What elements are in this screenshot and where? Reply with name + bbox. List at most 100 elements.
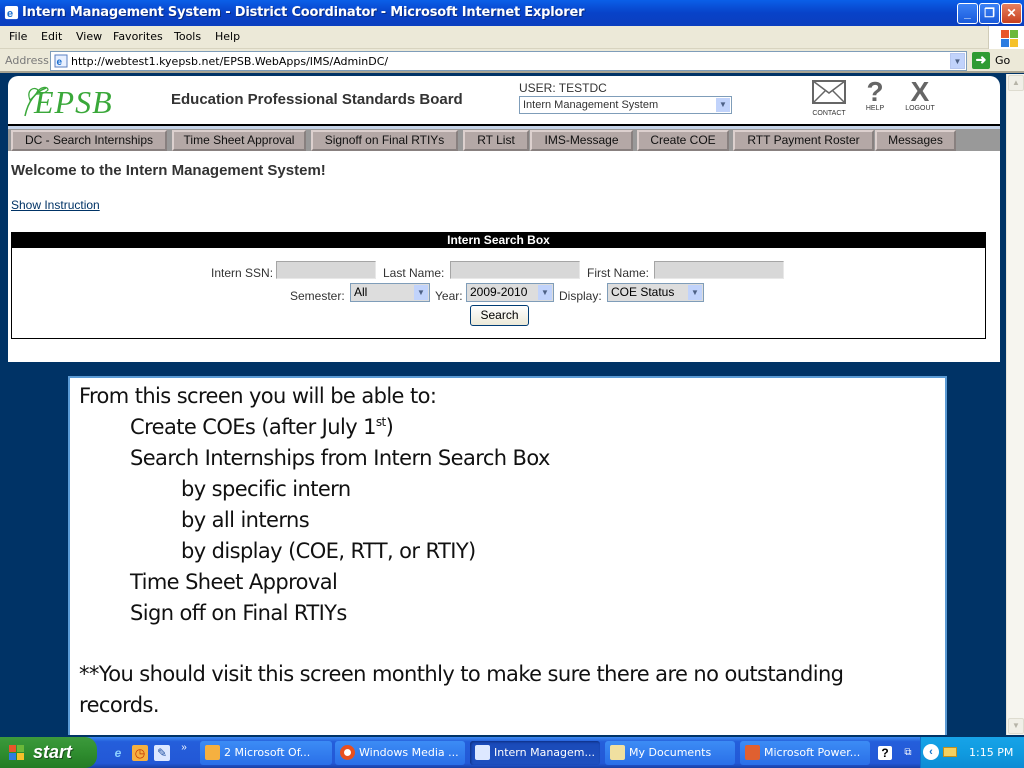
org-name: Education Professional Standards Board	[171, 91, 463, 108]
logout-button[interactable]: X LOGOUT	[902, 78, 938, 113]
taskbar-button-intern-management[interactable]: Intern Managem...	[470, 741, 600, 765]
tab-messages[interactable]: Messages	[875, 130, 956, 151]
taskbar: start e ◷ ✎ » 2 Microsoft Of... Windows …	[0, 737, 1024, 768]
go-button[interactable]: Go	[995, 54, 1010, 67]
chevron-down-icon: ▼	[414, 285, 428, 300]
taskbar-label: 2 Microsoft Of...	[224, 746, 311, 759]
folder-icon	[610, 745, 625, 760]
year-select[interactable]: 2009-2010 ▼	[466, 283, 554, 302]
chevron-down-icon: ▼	[716, 98, 730, 112]
page-icon: e	[54, 54, 68, 68]
logout-label: LOGOUT	[905, 105, 935, 112]
tab-dc-search-internships[interactable]: DC - Search Internships	[11, 130, 167, 151]
menu-file[interactable]: File	[9, 30, 27, 43]
menu-tools[interactable]: Tools	[174, 30, 201, 43]
clock-app-icon[interactable]: ◷	[132, 745, 148, 761]
epsb-logo: EPSB	[20, 80, 140, 120]
menu-favorites[interactable]: Favorites	[113, 30, 163, 43]
restore-button[interactable]: ❐	[979, 3, 1000, 24]
semester-select[interactable]: All ▼	[350, 283, 430, 302]
user-label: USER: TESTDC	[519, 81, 607, 95]
taskbar-button-my-documents[interactable]: My Documents	[605, 741, 735, 765]
contact-button[interactable]: CONTACT	[810, 80, 848, 117]
instruction-overlay: From this screen you will be able to: Cr…	[68, 376, 947, 735]
logo-text: EPSB	[34, 84, 113, 120]
overlay-item-search: Search Internships from Intern Search Bo…	[130, 446, 550, 470]
last-name-input[interactable]	[450, 261, 580, 279]
tab-bar: DC - Search Internships Time Sheet Appro…	[8, 129, 1000, 151]
menu-edit[interactable]: Edit	[41, 30, 62, 43]
menu-view[interactable]: View	[76, 30, 102, 43]
overlay-note-line1: **You should visit this screen monthly t…	[79, 662, 844, 686]
envelope-icon	[812, 80, 846, 104]
go-arrow-icon[interactable]: ➜	[972, 52, 990, 69]
chevron-down-icon: ▼	[538, 285, 552, 300]
menubar: File Edit View Favorites Tools Help	[0, 26, 1024, 49]
semester-value: All	[354, 285, 368, 299]
last-name-label: Last Name:	[383, 266, 445, 280]
powerpoint-icon	[745, 745, 760, 760]
start-button[interactable]: start	[0, 737, 97, 768]
show-instruction-link[interactable]: Show Instruction	[11, 198, 100, 212]
chevron-down-icon: ▼	[688, 285, 702, 300]
taskbar-label: My Documents	[629, 746, 712, 759]
overlay-superscript: st	[375, 415, 386, 429]
ssn-label: Intern SSN:	[211, 266, 274, 280]
scroll-up-icon[interactable]: ▲	[1008, 75, 1024, 91]
tab-time-sheet-approval[interactable]: Time Sheet Approval	[172, 130, 306, 151]
quicklaunch-app-icon[interactable]: ✎	[154, 745, 170, 761]
overlay-item-signoff: Sign off on Final RTIYs	[130, 601, 347, 625]
svg-text:e: e	[57, 57, 63, 68]
system-select-value: Intern Management System	[523, 99, 659, 111]
minimize-button[interactable]: _	[957, 3, 978, 24]
search-box-title: Intern Search Box	[12, 233, 985, 248]
ie-icon	[475, 745, 490, 760]
scroll-down-icon[interactable]: ▼	[1008, 718, 1024, 734]
vertical-scrollbar[interactable]: ▲ ▼	[1006, 74, 1024, 735]
taskbar-button-powerpoint[interactable]: Microsoft Power...	[740, 741, 870, 765]
address-input[interactable]: e http://webtest1.kyepsb.net/EPSB.WebApp…	[50, 51, 967, 71]
taskbar-label: Windows Media ...	[359, 746, 459, 759]
first-name-label: First Name:	[587, 266, 650, 280]
tab-signoff-final-rtiys[interactable]: Signoff on Final RTIYs	[311, 130, 458, 151]
overlay-item-create-coes: Create COEs (after July 1st)	[130, 415, 394, 439]
help-label: HELP	[865, 105, 885, 112]
help-tray-icon[interactable]: ?	[878, 746, 892, 760]
tray-expand-icon[interactable]: ‹	[923, 744, 939, 760]
ssn-input[interactable]	[276, 261, 376, 279]
first-name-input[interactable]	[654, 261, 784, 279]
taskbar-button-office[interactable]: 2 Microsoft Of...	[200, 741, 332, 765]
address-dropdown-icon[interactable]: ▼	[950, 53, 965, 69]
semester-label: Semester:	[290, 289, 345, 303]
ie-icon: e	[4, 5, 19, 20]
overlay-sub-display: by display (COE, RTT, or RTIY)	[181, 539, 476, 563]
overlay-note-line2: records.	[79, 693, 160, 717]
taskbar-button-windows-media[interactable]: Windows Media ...	[335, 741, 465, 765]
ie-quicklaunch-icon[interactable]: e	[110, 745, 126, 761]
windows-logo-icon	[988, 26, 1024, 49]
welcome-heading: Welcome to the Intern Management System!	[11, 162, 326, 179]
clock-app-icon	[205, 745, 220, 760]
display-select[interactable]: COE Status ▼	[607, 283, 704, 302]
tab-rt-list[interactable]: RT List	[463, 130, 529, 151]
overlay-sub-specific: by specific intern	[181, 477, 351, 501]
tab-create-coe[interactable]: Create COE	[637, 130, 729, 151]
display-label: Display:	[559, 289, 602, 303]
quicklaunch-more-icon[interactable]: »	[176, 740, 192, 756]
tab-ims-message[interactable]: IMS-Message	[530, 130, 633, 151]
address-url: http://webtest1.kyepsb.net/EPSB.WebApps/…	[71, 55, 389, 68]
mail-tray-icon[interactable]	[943, 747, 957, 757]
restore-tray-icon[interactable]: ⧉	[900, 745, 916, 761]
help-button[interactable]: ? HELP	[860, 78, 890, 113]
overlay-intro: From this screen you will be able to:	[79, 384, 437, 408]
svg-text:e: e	[7, 8, 13, 20]
taskbar-label: Intern Managem...	[494, 746, 595, 759]
page-content: EPSB Education Professional Standards Bo…	[8, 76, 1000, 362]
year-value: 2009-2010	[470, 285, 528, 299]
close-button[interactable]: ✕	[1001, 3, 1022, 24]
menu-help[interactable]: Help	[215, 30, 240, 43]
search-button[interactable]: Search	[470, 305, 529, 326]
taskbar-label: Microsoft Power...	[764, 746, 861, 759]
tab-rtt-payment-roster[interactable]: RTT Payment Roster	[733, 130, 874, 151]
system-select[interactable]: Intern Management System ▼	[519, 96, 732, 114]
